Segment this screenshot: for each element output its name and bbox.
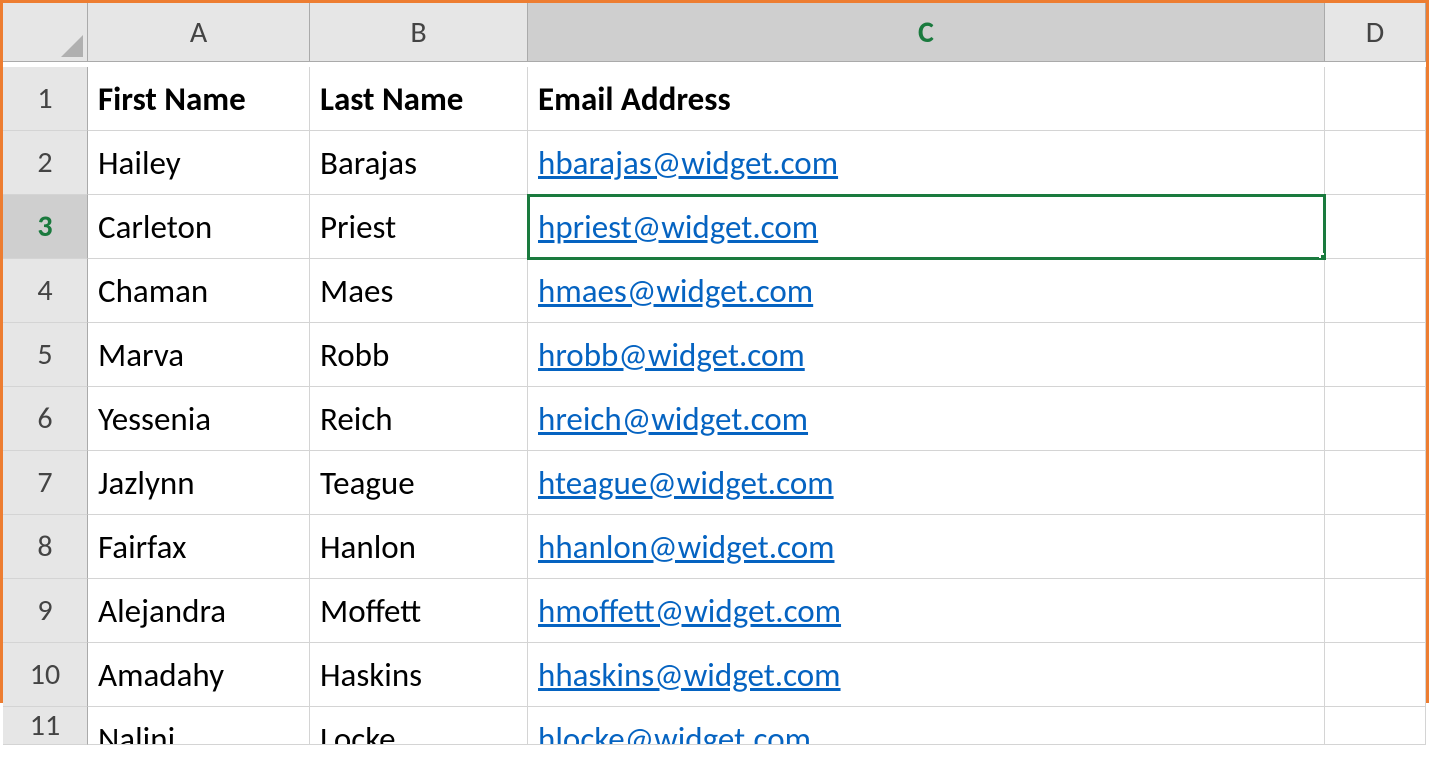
spreadsheet-grid: A B C D 1 First Name Last Name Email Add… — [3, 3, 1426, 771]
row-header-8[interactable]: 8 — [3, 515, 88, 579]
cell-A5[interactable]: Marva — [88, 323, 310, 387]
cell-D1[interactable] — [1325, 67, 1426, 131]
cell-A11[interactable]: Nalini — [88, 707, 310, 745]
cell-B5[interactable]: Robb — [310, 323, 528, 387]
cell-D8[interactable] — [1325, 515, 1426, 579]
row-header-11[interactable]: 11 — [3, 707, 88, 745]
column-header-B[interactable]: B — [310, 3, 528, 62]
row-header-7[interactable]: 7 — [3, 451, 88, 515]
cell-A7[interactable]: Jazlynn — [88, 451, 310, 515]
column-header-D[interactable]: D — [1325, 3, 1426, 62]
cell-D7[interactable] — [1325, 451, 1426, 515]
cell-C3[interactable]: hpriest@widget.com — [528, 195, 1325, 259]
cell-D11[interactable] — [1325, 707, 1426, 745]
cell-C10[interactable]: hhaskins@widget.com — [528, 643, 1325, 707]
column-header-A[interactable]: A — [88, 3, 310, 62]
cell-B1[interactable]: Last Name — [310, 67, 528, 131]
cell-A1[interactable]: First Name — [88, 67, 310, 131]
row-header-4[interactable]: 4 — [3, 259, 88, 323]
cell-D9[interactable] — [1325, 579, 1426, 643]
cell-A3[interactable]: Carleton — [88, 195, 310, 259]
cell-C2[interactable]: hbarajas@widget.com — [528, 131, 1325, 195]
cell-B7[interactable]: Teague — [310, 451, 528, 515]
select-all-triangle-icon — [61, 35, 83, 57]
row-header-5[interactable]: 5 — [3, 323, 88, 387]
cell-B2[interactable]: Barajas — [310, 131, 528, 195]
cell-B6[interactable]: Reich — [310, 387, 528, 451]
cell-A2[interactable]: Hailey — [88, 131, 310, 195]
row-header-10[interactable]: 10 — [3, 643, 88, 707]
cell-D6[interactable] — [1325, 387, 1426, 451]
row-header-6[interactable]: 6 — [3, 387, 88, 451]
cell-C11[interactable]: hlocke@widget.com — [528, 707, 1325, 745]
cell-A10[interactable]: Amadahy — [88, 643, 310, 707]
select-all-corner[interactable] — [3, 3, 88, 62]
cell-C3-text: hpriest@widget.com — [538, 207, 818, 247]
cell-A9[interactable]: Alejandra — [88, 579, 310, 643]
cell-B9[interactable]: Moffett — [310, 579, 528, 643]
row-header-9[interactable]: 9 — [3, 579, 88, 643]
cell-D2[interactable] — [1325, 131, 1426, 195]
cell-C1[interactable]: Email Address — [528, 67, 1325, 131]
cell-C6[interactable]: hreich@widget.com — [528, 387, 1325, 451]
row-header-1[interactable]: 1 — [3, 67, 88, 131]
row-header-3[interactable]: 3 — [3, 195, 88, 259]
fill-handle[interactable] — [1319, 253, 1325, 259]
cell-C5[interactable]: hrobb@widget.com — [528, 323, 1325, 387]
column-header-C[interactable]: C — [528, 3, 1325, 62]
cell-D5[interactable] — [1325, 323, 1426, 387]
cell-A6[interactable]: Yessenia — [88, 387, 310, 451]
cell-B3[interactable]: Priest — [310, 195, 528, 259]
cell-A4[interactable]: Chaman — [88, 259, 310, 323]
cell-C8[interactable]: hhanlon@widget.com — [528, 515, 1325, 579]
cell-D4[interactable] — [1325, 259, 1426, 323]
cell-B11[interactable]: Locke — [310, 707, 528, 745]
cell-B10[interactable]: Haskins — [310, 643, 528, 707]
row-header-2[interactable]: 2 — [3, 131, 88, 195]
cell-A8[interactable]: Fairfax — [88, 515, 310, 579]
cell-D3[interactable] — [1325, 195, 1426, 259]
cell-B8[interactable]: Hanlon — [310, 515, 528, 579]
cell-C4[interactable]: hmaes@widget.com — [528, 259, 1325, 323]
cell-C9[interactable]: hmoffett@widget.com — [528, 579, 1325, 643]
cell-B4[interactable]: Maes — [310, 259, 528, 323]
cell-D10[interactable] — [1325, 643, 1426, 707]
cell-C7[interactable]: hteague@widget.com — [528, 451, 1325, 515]
